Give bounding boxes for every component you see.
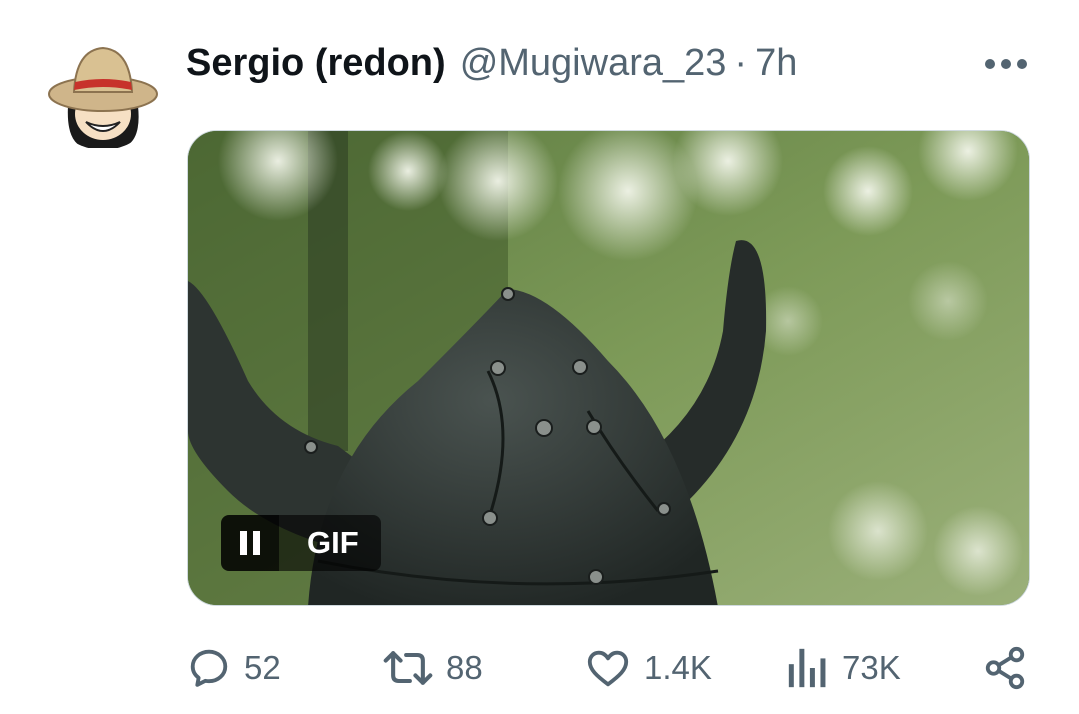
- separator-dot: ·: [734, 41, 748, 84]
- timestamp[interactable]: 7h: [755, 42, 797, 85]
- like-count: 1.4K: [644, 649, 712, 686]
- tweet-header: Sergio (redon) @Mugiwara_23 · 7h: [186, 38, 797, 88]
- share-button[interactable]: [982, 640, 1028, 696]
- display-name[interactable]: Sergio (redon): [186, 42, 446, 85]
- views-chart-icon: [788, 648, 826, 688]
- gif-label: GIF: [279, 515, 381, 571]
- more-button[interactable]: [980, 44, 1032, 84]
- gif-media[interactable]: GIF: [187, 130, 1030, 606]
- retweet-icon: [383, 651, 433, 685]
- avatar[interactable]: [46, 36, 160, 150]
- user-handle[interactable]: @Mugiwara_23: [460, 42, 727, 85]
- pause-icon: [240, 531, 260, 555]
- retweet-count: 88: [446, 649, 483, 686]
- reply-button[interactable]: 52: [186, 640, 281, 696]
- gif-badge: GIF: [221, 515, 381, 571]
- reply-icon: [190, 649, 228, 687]
- tweet-actions: 52 88 1.4K 73K: [186, 640, 1031, 696]
- views-button[interactable]: 73K: [786, 640, 901, 696]
- avatar-image: [46, 36, 160, 150]
- retweet-button[interactable]: 88: [382, 640, 483, 696]
- views-count: 73K: [842, 649, 901, 686]
- like-button[interactable]: 1.4K: [584, 640, 712, 696]
- heart-icon: [587, 650, 629, 687]
- pause-button[interactable]: [221, 515, 279, 571]
- share-icon: [985, 646, 1025, 690]
- reply-count: 52: [244, 649, 281, 686]
- more-horizontal-icon: [985, 59, 1027, 69]
